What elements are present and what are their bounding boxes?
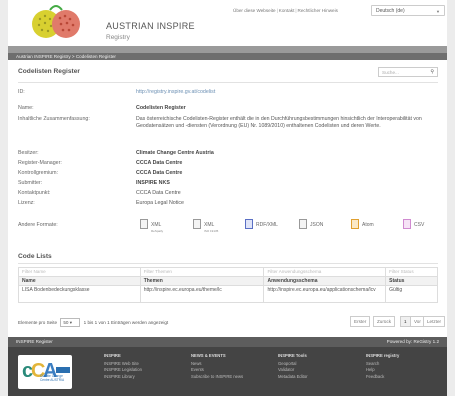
pager-last-button[interactable]: Letzter: [423, 316, 446, 327]
file-xml-icon: [140, 219, 148, 229]
field-label-contact: Kontaktpunkt:: [18, 190, 51, 196]
code-lists-table: Filter Name Filter Themen Filter Anwendu…: [18, 267, 438, 303]
ccca-logo[interactable]: c C A Climate Change Centre AUSTRIA: [18, 355, 72, 389]
link-about[interactable]: Über diese Webseite: [233, 8, 276, 13]
divider: [18, 82, 438, 83]
field-label-submitter: Submitter:: [18, 180, 43, 186]
footer-column-news: NEWS & EVENTS News Events Subscribe to I…: [191, 353, 244, 381]
field-label-id: ID:: [18, 89, 25, 95]
per-page-label: Elemente pro Seite: [18, 320, 58, 325]
nav-bar: [8, 46, 447, 53]
language-select[interactable]: Deutsch (de) ▼: [371, 5, 445, 16]
register-title: Codelisten Register: [18, 68, 80, 75]
footer-link[interactable]: INSPIRE Legislation: [104, 367, 142, 374]
column-header-name[interactable]: Name: [18, 276, 141, 286]
page-size-control: Elemente pro Seite 50 ▾ 1 bis 1 von 1 Ei…: [18, 318, 168, 327]
field-label-license: Lizenz:: [18, 200, 35, 206]
field-value-license[interactable]: Europa Legal Notice: [136, 200, 184, 206]
filter-schema-input[interactable]: Filter Anwendungsschema: [263, 267, 387, 277]
field-value-contact: CCCA Data Centre: [136, 190, 181, 196]
file-csv-icon: [403, 219, 411, 229]
field-value-submitter: INSPIRE NKS: [136, 180, 170, 186]
code-lists-title: Code Lists: [18, 253, 52, 260]
filter-row: Filter Name Filter Themen Filter Anwendu…: [18, 267, 438, 277]
field-label-summary: Inhaltliche Zusammenfassung:: [18, 116, 90, 122]
header: AUSTRIAN INSPIRE Registry Über diese Web…: [8, 0, 447, 46]
filter-status-input[interactable]: Filter Status: [385, 267, 438, 277]
footer-left-text: INSPIRE Register: [16, 339, 53, 344]
formats-label: Andere Formate:: [18, 222, 58, 228]
file-rdf-icon: [245, 219, 253, 229]
footer-link[interactable]: Feedback: [366, 374, 399, 381]
link-contact[interactable]: Kontakt: [279, 8, 295, 13]
footer-powered-by[interactable]: Powered by: ReGistry 1.2: [387, 339, 439, 344]
file-atom-icon: [351, 219, 359, 229]
footer-bar: INSPIRE Register Powered by: ReGistry 1.…: [8, 337, 447, 347]
site-subtitle: Registry: [106, 34, 130, 41]
pager-first-button[interactable]: Erster: [350, 316, 371, 327]
column-header-status[interactable]: Status: [385, 276, 438, 286]
search-icon[interactable]: ⚲: [430, 69, 434, 75]
field-value-summary: Das österreichische Codelisten-Register …: [136, 116, 422, 129]
filter-themes-input[interactable]: Filter Themen: [139, 267, 265, 277]
file-json-icon: [299, 219, 307, 229]
field-value-control-body: CCCA Data Centre: [136, 170, 183, 176]
chevron-down-icon: ▼: [436, 9, 440, 14]
breadcrumb[interactable]: Austrian INSPIRE Registry > Codelisten R…: [8, 53, 447, 60]
column-header-themes[interactable]: Themen: [139, 276, 265, 286]
footer-column-inspire: INSPIRE INSPIRE Web Site INSPIRE Legisla…: [104, 353, 142, 381]
pager-prev-button[interactable]: Zurück: [373, 316, 396, 327]
field-label-name: Name:: [18, 105, 34, 111]
footer-link[interactable]: Subscribe to INSPIRE news: [191, 374, 243, 381]
cell-themes: http://inspire.ec.europa.eu/theme/lc: [139, 285, 265, 303]
file-xml-icon: [193, 219, 201, 229]
cell-name[interactable]: LISA Bodenbedeckungsklasse: [18, 285, 141, 303]
cell-schema: http://inspire.ec.europa.eu/applications…: [263, 285, 387, 303]
link-legal[interactable]: Rechtlicher Hinweis: [298, 8, 338, 13]
per-page-select[interactable]: 50 ▾: [60, 318, 81, 327]
field-value-manager: CCCA Data Centre: [136, 160, 183, 166]
field-label-owner: Besitzer:: [18, 150, 39, 156]
footer-link[interactable]: Metadata Editor: [278, 374, 308, 381]
page: AUSTRIAN INSPIRE Registry Über diese Web…: [8, 0, 447, 396]
cell-status: Gültig: [385, 285, 438, 303]
footer-column-registry: INSPIRE registry Search Help Feedback: [366, 353, 400, 381]
column-header-schema[interactable]: Anwendungsschema: [263, 276, 387, 286]
field-value-owner: Climate Change Centre Austria: [136, 150, 214, 156]
footer-column-tools: INSPIRE Tools Geoportal Validator Metada…: [278, 353, 308, 381]
field-value-name: Codelisten Register: [136, 105, 186, 111]
table-header-row: Name Themen Anwendungsschema Status: [18, 276, 438, 286]
search-placeholder: Suche...: [382, 70, 399, 75]
table-row[interactable]: LISA Bodenbedeckungsklasse http://inspir…: [18, 285, 438, 303]
divider: [18, 263, 438, 264]
pager-page-1[interactable]: 1: [400, 316, 411, 327]
inspire-logo[interactable]: [30, 2, 82, 42]
field-label-manager: Register-Manager:: [18, 160, 62, 166]
site-title: AUSTRIAN INSPIRE: [106, 21, 195, 31]
results-summary: 1 bis 1 von 1 Einträgen werden angezeigt: [83, 320, 169, 325]
footer: c C A Climate Change Centre AUSTRIA INSP…: [8, 347, 447, 396]
field-label-control-body: Kontrollgremium:: [18, 170, 59, 176]
ccca-logo-text: Climate Change Centre AUSTRIA: [40, 374, 65, 382]
footer-link[interactable]: INSPIRE Library: [104, 374, 142, 381]
field-value-id[interactable]: http://registry.inspire.gv.at/codelist: [136, 89, 215, 95]
search-input[interactable]: Suche... ⚲: [378, 67, 438, 77]
language-value: Deutsch (de): [376, 8, 405, 14]
top-links: Über diese Webseite|Kontakt|Rechtlicher …: [233, 8, 338, 13]
filter-name-input[interactable]: Filter Name: [18, 267, 141, 277]
